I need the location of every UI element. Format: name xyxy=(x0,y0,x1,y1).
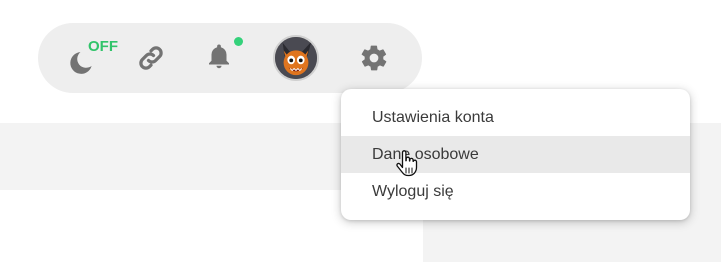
avatar-image xyxy=(275,37,317,79)
user-toolbar: OFF xyxy=(38,23,422,93)
link-button[interactable] xyxy=(134,41,168,75)
gear-icon xyxy=(361,45,387,71)
dark-mode-toggle[interactable]: OFF xyxy=(66,36,122,80)
bell-icon xyxy=(209,44,229,69)
menu-item-logout[interactable]: Wyloguj się xyxy=(341,173,690,210)
hand-cursor-icon xyxy=(396,150,418,177)
account-dropdown-menu: Ustawienia konta Dane osobowe Wyloguj si… xyxy=(341,89,690,220)
notifications-button[interactable] xyxy=(201,39,237,75)
link-icon xyxy=(139,46,163,70)
notification-indicator xyxy=(234,37,243,46)
menu-item-account-settings[interactable]: Ustawienia konta xyxy=(341,99,690,136)
avatar[interactable] xyxy=(273,35,319,81)
settings-button[interactable] xyxy=(356,40,392,76)
menu-item-personal-data[interactable]: Dane osobowe xyxy=(341,136,690,173)
dark-mode-state-label: OFF xyxy=(88,38,118,55)
